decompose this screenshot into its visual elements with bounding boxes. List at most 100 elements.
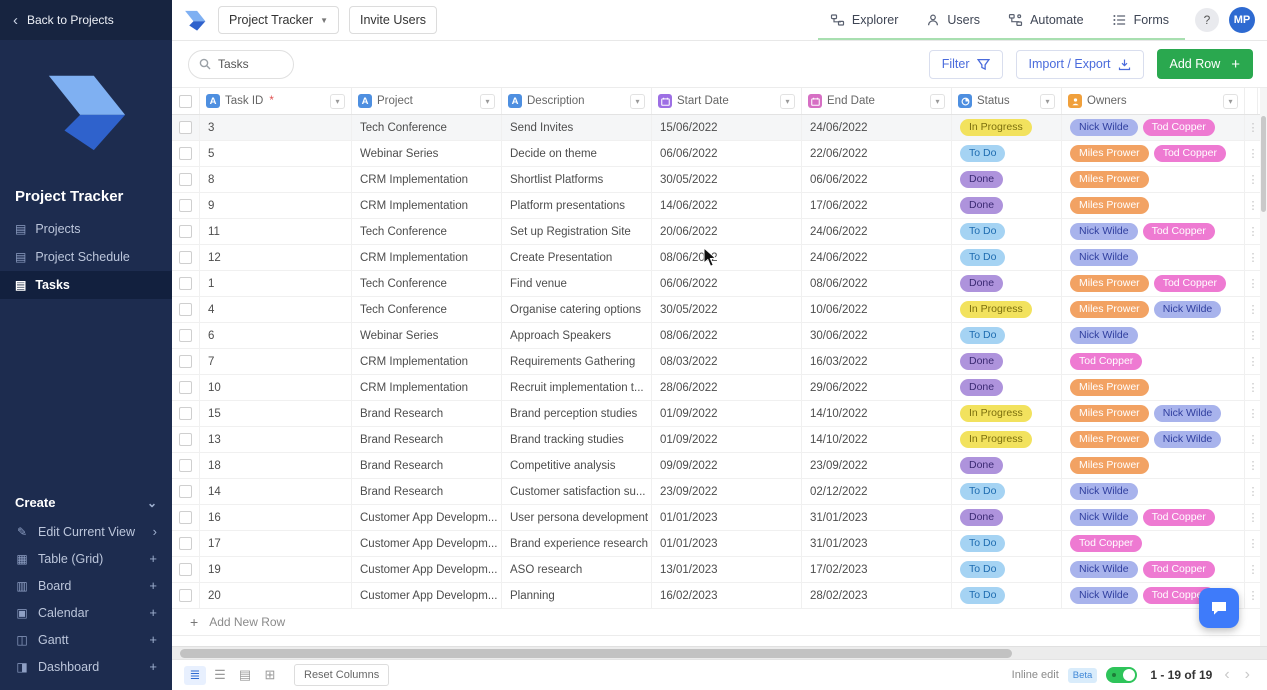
cell-owners[interactable]: Miles ProwerNick Wilde	[1062, 297, 1245, 322]
import-export-button[interactable]: Import / Export	[1016, 50, 1144, 79]
cell-start-date[interactable]: 13/01/2023	[652, 557, 802, 582]
cell-start-date[interactable]: 01/01/2023	[652, 531, 802, 556]
create-item-board[interactable]: ▥Board+	[0, 572, 172, 599]
cell-end-date[interactable]: 31/01/2023	[802, 505, 952, 530]
row-menu[interactable]: ⋮	[1245, 271, 1261, 296]
row-menu[interactable]: ⋮	[1245, 141, 1261, 166]
sidebar-item-tasks[interactable]: ▤Tasks	[0, 271, 172, 299]
cell-task-id[interactable]: 12	[200, 245, 352, 270]
row-menu[interactable]: ⋮	[1245, 349, 1261, 374]
cell-start-date[interactable]: 09/09/2022	[652, 453, 802, 478]
cell-end-date[interactable]: 28/02/2023	[802, 583, 952, 608]
row-checkbox[interactable]	[179, 589, 192, 602]
row-checkbox[interactable]	[179, 329, 192, 342]
row-menu[interactable]: ⋮	[1245, 583, 1261, 608]
cell-task-id[interactable]: 16	[200, 505, 352, 530]
cell-description[interactable]: Set up Registration Site	[502, 219, 652, 244]
cell-status[interactable]: To Do	[952, 531, 1062, 556]
cell-owners[interactable]: Tod Copper	[1062, 349, 1245, 374]
horizontal-scrollbar-thumb[interactable]	[180, 649, 1012, 658]
cell-project[interactable]: Customer App Developm...	[352, 505, 502, 530]
cell-task-id[interactable]: 3	[200, 115, 352, 140]
chevron-right-icon[interactable]: ›	[153, 524, 157, 539]
row-checkbox[interactable]	[179, 303, 192, 316]
plus-icon[interactable]: +	[149, 605, 157, 620]
row-menu[interactable]: ⋮	[1245, 323, 1261, 348]
row-checkbox[interactable]	[179, 485, 192, 498]
cell-status[interactable]: To Do	[952, 219, 1062, 244]
row-checkbox[interactable]	[179, 459, 192, 472]
create-item-table-grid[interactable]: ▦Table (Grid)+	[0, 545, 172, 572]
column-header-start-date[interactable]: Start Date▾	[652, 88, 802, 114]
cell-start-date[interactable]: 30/05/2022	[652, 167, 802, 192]
column-header-status[interactable]: Status▾	[952, 88, 1062, 114]
row-menu[interactable]: ⋮	[1245, 557, 1261, 582]
chat-widget-button[interactable]	[1199, 588, 1239, 628]
search-input[interactable]	[218, 57, 280, 71]
cell-description[interactable]: Create Presentation	[502, 245, 652, 270]
cell-status[interactable]: In Progress	[952, 297, 1062, 322]
create-item-dashboard[interactable]: ◨Dashboard+	[0, 653, 172, 680]
row-checkbox[interactable]	[179, 199, 192, 212]
cell-status[interactable]: In Progress	[952, 115, 1062, 140]
cell-owners[interactable]: Nick WildeTod Copper	[1062, 115, 1245, 140]
cell-status[interactable]: To Do	[952, 583, 1062, 608]
nav-users[interactable]: Users	[926, 13, 980, 27]
cell-start-date[interactable]: 14/06/2022	[652, 193, 802, 218]
cell-status[interactable]: Done	[952, 271, 1062, 296]
cell-end-date[interactable]: 02/12/2022	[802, 479, 952, 504]
cell-status[interactable]: Done	[952, 167, 1062, 192]
cell-start-date[interactable]: 15/06/2022	[652, 115, 802, 140]
cell-status[interactable]: In Progress	[952, 427, 1062, 452]
cell-end-date[interactable]: 24/06/2022	[802, 115, 952, 140]
vertical-scrollbar-thumb[interactable]	[1261, 116, 1266, 212]
cell-project[interactable]: Tech Conference	[352, 219, 502, 244]
column-menu-description[interactable]: ▾	[630, 94, 645, 109]
cell-owners[interactable]: Miles Prower	[1062, 193, 1245, 218]
density-tall-icon[interactable]: ▤	[234, 666, 256, 685]
cell-status[interactable]: In Progress	[952, 401, 1062, 426]
nav-forms[interactable]: Forms	[1112, 13, 1169, 27]
cell-owners[interactable]: Miles ProwerTod Copper	[1062, 271, 1245, 296]
cell-start-date[interactable]: 01/01/2023	[652, 505, 802, 530]
row-checkbox[interactable]	[179, 407, 192, 420]
cell-description[interactable]: Brand experience research	[502, 531, 652, 556]
row-checkbox[interactable]	[179, 147, 192, 160]
row-menu[interactable]: ⋮	[1245, 401, 1261, 426]
sidebar-item-projects[interactable]: ▤Projects	[0, 215, 172, 243]
cell-owners[interactable]: Nick WildeTod Copper	[1062, 505, 1245, 530]
back-to-projects-button[interactable]: ‹ Back to Projects	[0, 0, 172, 40]
row-checkbox[interactable]	[179, 173, 192, 186]
cell-owners[interactable]: Miles ProwerNick Wilde	[1062, 427, 1245, 452]
cell-project[interactable]: Brand Research	[352, 401, 502, 426]
cell-project[interactable]: Customer App Developm...	[352, 583, 502, 608]
cell-end-date[interactable]: 24/06/2022	[802, 219, 952, 244]
row-menu[interactable]: ⋮	[1245, 427, 1261, 452]
cell-end-date[interactable]: 30/06/2022	[802, 323, 952, 348]
column-menu-end-date[interactable]: ▾	[930, 94, 945, 109]
create-section-header[interactable]: Create ⌄	[0, 487, 172, 518]
plus-icon[interactable]: +	[149, 578, 157, 593]
grid-blocks-icon[interactable]: ⊞	[259, 666, 281, 685]
row-checkbox[interactable]	[179, 511, 192, 524]
cell-project[interactable]: Brand Research	[352, 427, 502, 452]
cell-end-date[interactable]: 23/09/2022	[802, 453, 952, 478]
plus-icon[interactable]: +	[149, 551, 157, 566]
row-menu[interactable]: ⋮	[1245, 479, 1261, 504]
cell-task-id[interactable]: 1	[200, 271, 352, 296]
cell-end-date[interactable]: 10/06/2022	[802, 297, 952, 322]
cell-start-date[interactable]: 28/06/2022	[652, 375, 802, 400]
cell-start-date[interactable]: 20/06/2022	[652, 219, 802, 244]
column-header-end-date[interactable]: End Date▾	[802, 88, 952, 114]
cell-end-date[interactable]: 22/06/2022	[802, 141, 952, 166]
column-header-description[interactable]: ADescription▾	[502, 88, 652, 114]
plus-icon[interactable]: +	[149, 659, 157, 674]
cell-owners[interactable]: Nick WildeTod Copper	[1062, 219, 1245, 244]
cell-description[interactable]: Find venue	[502, 271, 652, 296]
next-page-icon[interactable]: ›	[1242, 667, 1253, 683]
cell-start-date[interactable]: 23/09/2022	[652, 479, 802, 504]
cell-start-date[interactable]: 30/05/2022	[652, 297, 802, 322]
cell-owners[interactable]: Miles Prower	[1062, 167, 1245, 192]
cell-project[interactable]: Tech Conference	[352, 271, 502, 296]
nav-explorer[interactable]: Explorer	[830, 13, 899, 27]
